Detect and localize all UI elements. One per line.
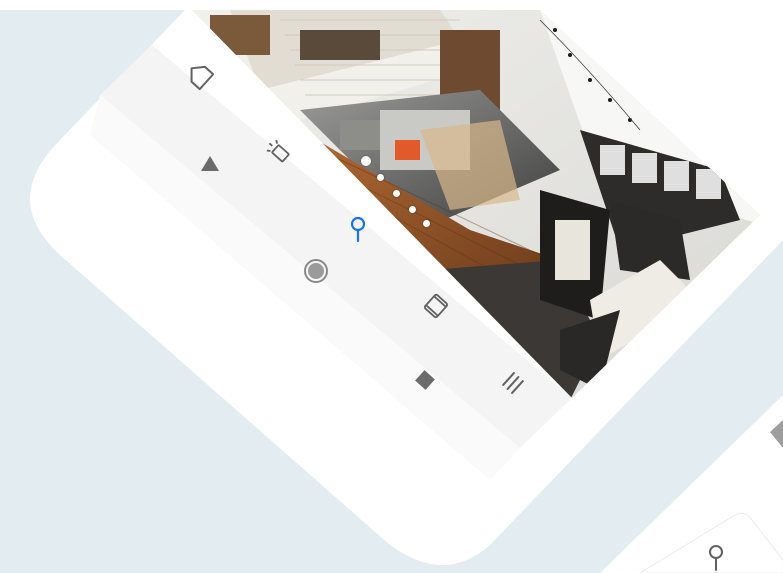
secondary-location-pin-icon[interactable] [702, 540, 730, 573]
carousel-dots [0, 0, 783, 573]
flash-icon[interactable] [260, 133, 298, 171]
home-icon[interactable] [180, 56, 218, 94]
carousel-dot[interactable] [393, 190, 400, 197]
menu-icon[interactable] [494, 364, 532, 402]
record-icon[interactable] [300, 255, 332, 287]
play-icon[interactable] [196, 150, 224, 178]
carousel-dot-active[interactable] [361, 156, 371, 166]
carousel-dot[interactable] [377, 174, 384, 181]
stage [0, 0, 783, 573]
carousel-dot[interactable] [423, 220, 430, 227]
rotate-icon[interactable] [417, 287, 455, 325]
carousel-dot[interactable] [409, 206, 416, 213]
stop-icon[interactable] [410, 365, 440, 395]
location-pin-icon[interactable] [342, 212, 374, 246]
